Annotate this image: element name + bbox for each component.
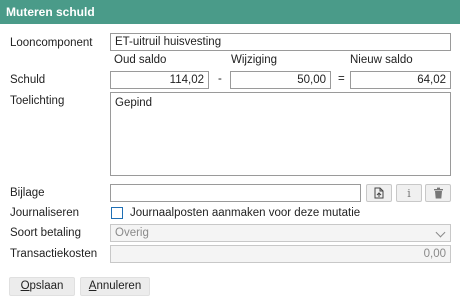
- nieuw-saldo-header: Nieuw saldo: [350, 54, 413, 66]
- save-button[interactable]: Opslaan: [9, 277, 75, 296]
- info-icon: i: [407, 186, 411, 200]
- bijlage-label: Bijlage: [10, 187, 45, 199]
- nieuw-saldo-field[interactable]: 64,02: [350, 71, 451, 89]
- oud-saldo-field[interactable]: 114,02: [110, 71, 209, 89]
- chevron-down-icon: [435, 227, 446, 238]
- delete-button[interactable]: [425, 184, 451, 202]
- info-button[interactable]: i: [396, 184, 422, 202]
- minus-sign: -: [218, 73, 222, 85]
- looncomponent-field[interactable]: ET-uitruil huisvesting: [110, 33, 451, 51]
- looncomponent-label: Looncomponent: [10, 37, 93, 49]
- trash-icon: [433, 187, 443, 199]
- journaliseren-checkbox[interactable]: [111, 207, 123, 219]
- journaliseren-checkbox-label[interactable]: Journaalposten aanmaken voor deze mutati…: [130, 207, 360, 219]
- soort-betaling-label: Soort betaling: [10, 227, 81, 239]
- soort-betaling-select[interactable]: Overig: [110, 224, 451, 242]
- journaliseren-label: Journaliseren: [10, 207, 80, 219]
- dialog-title: Muteren schuld: [0, 0, 460, 24]
- soort-betaling-value: Overig: [115, 227, 149, 239]
- attach-file-icon: [374, 187, 384, 199]
- transactiekosten-label: Transactiekosten: [10, 248, 98, 260]
- wijziging-field[interactable]: 50,00: [230, 71, 331, 89]
- schuld-label: Schuld: [10, 74, 46, 86]
- toelichting-label: Toelichting: [10, 95, 65, 107]
- bijlage-field[interactable]: [110, 184, 361, 202]
- equals-sign: =: [338, 73, 345, 85]
- attach-file-button[interactable]: [366, 184, 392, 202]
- transactiekosten-field: 0,00: [110, 245, 451, 263]
- cancel-button[interactable]: Annuleren: [80, 277, 150, 296]
- oud-saldo-header: Oud saldo: [114, 54, 167, 66]
- wijziging-header: Wijziging: [231, 54, 278, 66]
- toelichting-textarea[interactable]: Gepind: [110, 92, 451, 176]
